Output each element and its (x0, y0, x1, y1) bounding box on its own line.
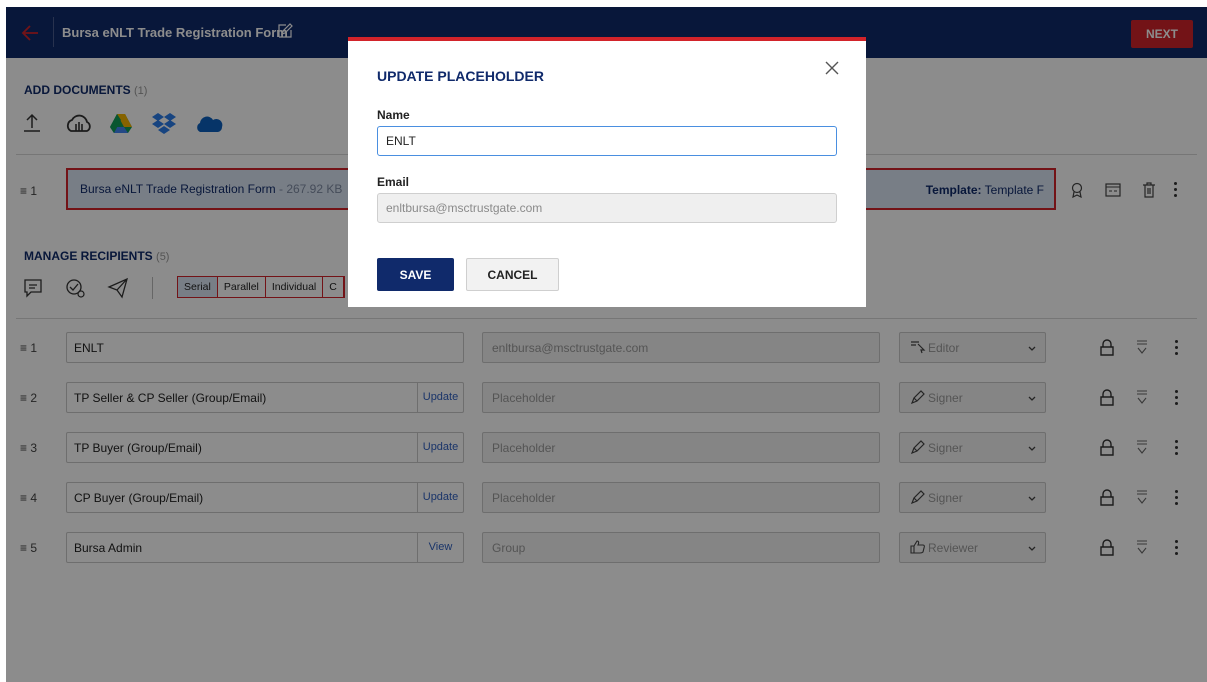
name-input[interactable] (377, 126, 837, 156)
cancel-button[interactable]: CANCEL (466, 258, 559, 291)
email-label: Email (377, 175, 410, 189)
save-button[interactable]: SAVE (377, 258, 454, 291)
app-frame: Bursa eNLT Trade Registration Form NEXT … (6, 7, 1207, 682)
email-input[interactable] (377, 193, 837, 223)
update-placeholder-dialog: UPDATE PLACEHOLDER Name Email SAVE CANCE… (348, 37, 866, 307)
close-icon[interactable] (824, 60, 840, 76)
name-label: Name (377, 108, 410, 122)
dialog-title: UPDATE PLACEHOLDER (377, 68, 544, 84)
